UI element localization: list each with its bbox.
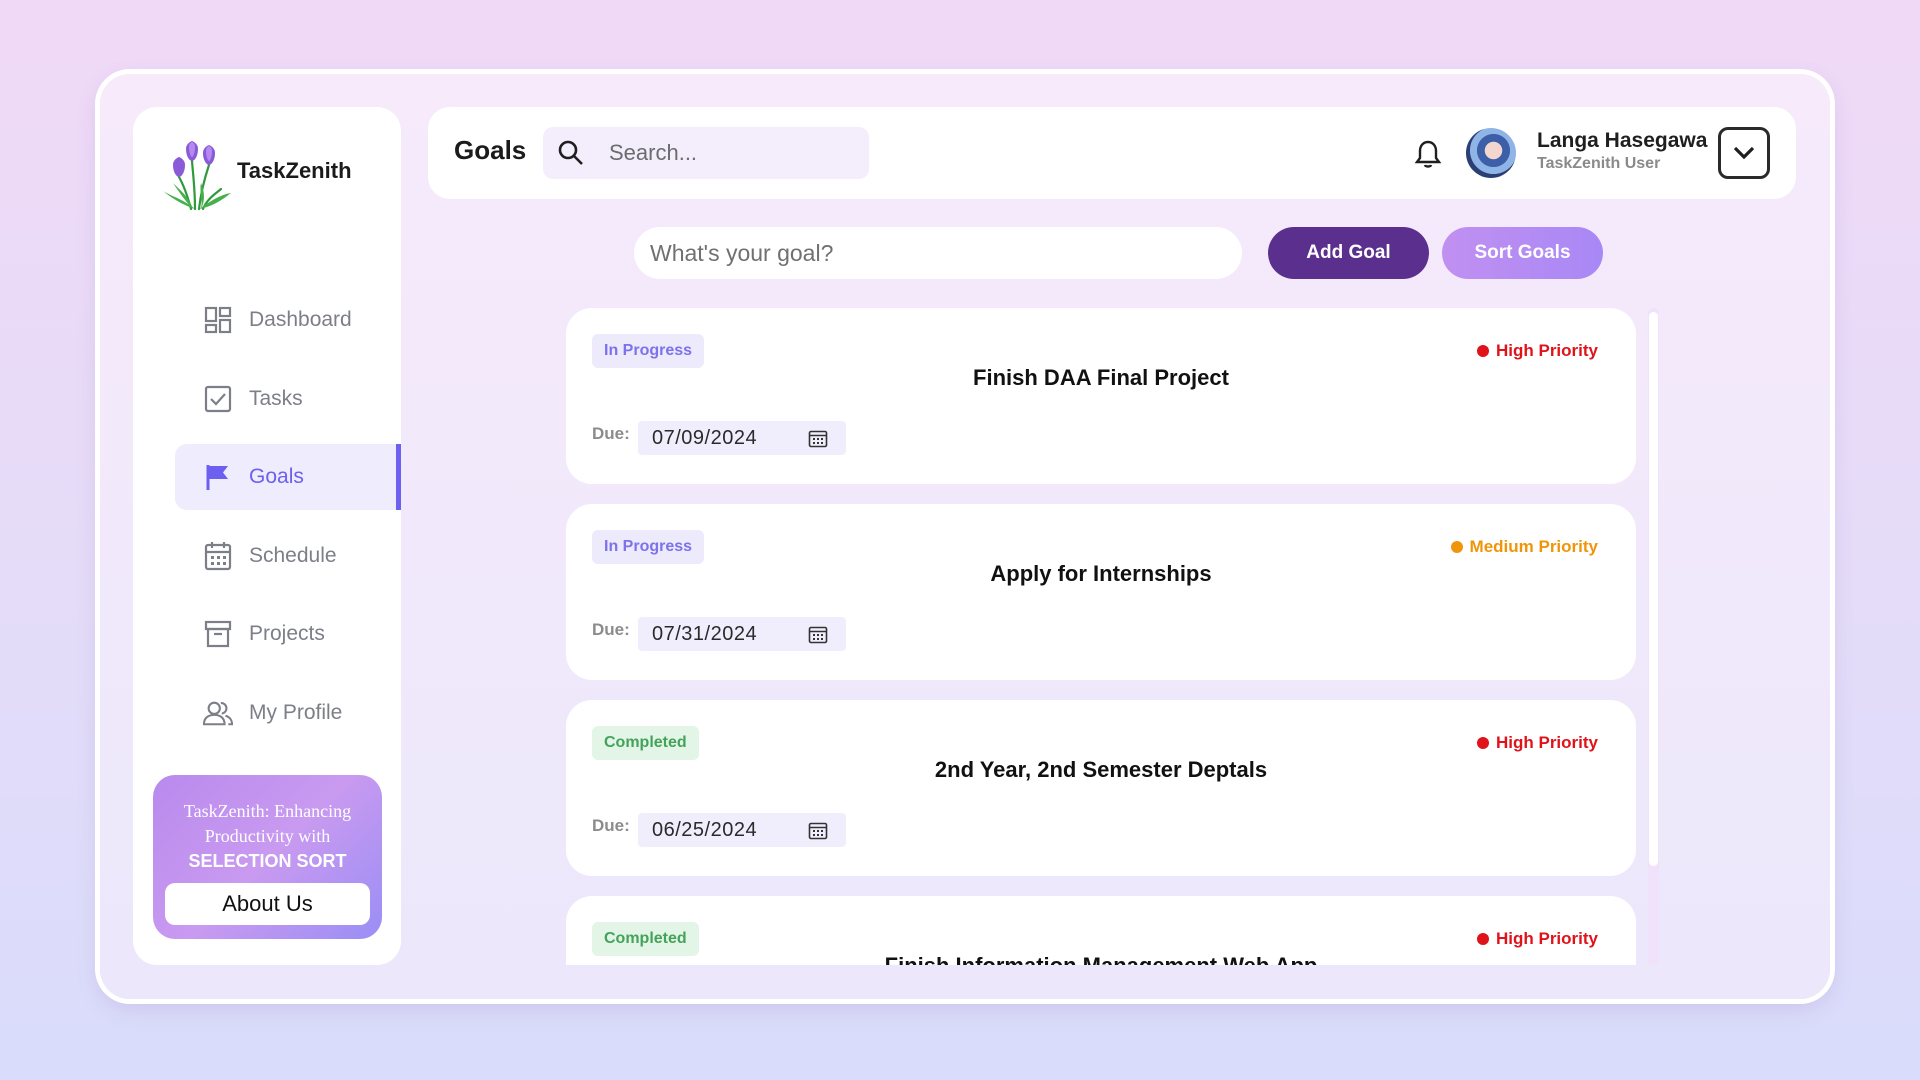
users-icon <box>203 698 233 728</box>
priority-badge: Medium Priority <box>1450 537 1598 557</box>
calendar-icon[interactable] <box>808 429 828 449</box>
priority-label: High Priority <box>1495 733 1598 752</box>
chevron-down-icon <box>1733 146 1755 160</box>
bell-icon[interactable] <box>1414 139 1442 169</box>
search-input[interactable] <box>609 140 849 166</box>
promo-text: TaskZenith: Enhancing <box>183 801 352 821</box>
priority-badge: High Priority <box>1476 733 1598 753</box>
page-title: Goals <box>454 135 527 165</box>
user-menu-button[interactable] <box>1718 127 1770 179</box>
avatar[interactable] <box>1466 128 1516 178</box>
dashboard-icon <box>203 305 233 335</box>
due-date-field[interactable]: 07/09/2024 <box>638 421 846 455</box>
goal-list: In Progress High Priority Finish DAA Fin… <box>566 308 1636 965</box>
status-badge: In Progress <box>592 530 705 564</box>
sidebar-nav: Dashboard Tasks Goals Schedule Projects … <box>175 287 401 758</box>
scroll-thumb[interactable] <box>1649 312 1658 866</box>
top-bar: Goals Langa Hasegawa TaskZenith User <box>428 107 1796 199</box>
goal-input[interactable] <box>634 227 1242 279</box>
goal-card[interactable]: Completed High Priority Finish Informati… <box>566 896 1636 965</box>
due-label: Due: <box>592 424 630 443</box>
sidebar-item-label: Goals <box>249 465 304 488</box>
sidebar-item-label: My Profile <box>249 700 343 724</box>
due-label: Due: <box>592 620 630 639</box>
due-date-field[interactable]: 07/31/2024 <box>638 617 846 651</box>
tulip-logo-icon <box>163 141 231 211</box>
scrollbar[interactable] <box>1648 308 1659 965</box>
sidebar: TaskZenith Dashboard Tasks Goals Schedul… <box>133 107 401 965</box>
user-name: Langa Hasegawa <box>1537 129 1708 152</box>
priority-label: High Priority <box>1495 341 1598 360</box>
priority-dot-icon <box>1476 737 1489 749</box>
goal-title: Finish DAA Final Project <box>973 365 1229 390</box>
add-goal-button[interactable]: Add Goal <box>1268 227 1429 279</box>
sort-goals-button[interactable]: Sort Goals <box>1442 227 1603 279</box>
goal-title: 2nd Year, 2nd Semester Deptals <box>934 757 1268 782</box>
sidebar-item-schedule[interactable]: Schedule <box>175 523 401 589</box>
about-us-button[interactable]: About Us <box>165 883 370 925</box>
priority-badge: High Priority <box>1476 929 1598 949</box>
priority-label: Medium Priority <box>1469 537 1598 556</box>
status-badge: Completed <box>592 726 699 760</box>
calendar-icon[interactable] <box>808 821 828 841</box>
calendar-icon[interactable] <box>808 625 828 645</box>
promo-card: TaskZenith: Enhancing Productivity with … <box>153 775 382 939</box>
due-date-value: 06/25/2024 <box>652 818 758 841</box>
sidebar-item-projects[interactable]: Projects <box>175 601 401 667</box>
due-date-value: 07/31/2024 <box>652 622 758 645</box>
status-badge: In Progress <box>592 334 705 368</box>
priority-dot-icon <box>1476 345 1489 357</box>
sidebar-item-label: Tasks <box>249 386 303 410</box>
search-box[interactable] <box>543 127 869 179</box>
sidebar-item-goals[interactable]: Goals <box>175 444 401 510</box>
due-label: Due: <box>592 816 630 835</box>
sidebar-item-label: Projects <box>249 622 325 645</box>
priority-label: High Priority <box>1495 929 1598 948</box>
sidebar-item-tasks[interactable]: Tasks <box>175 366 401 432</box>
sidebar-item-label: Dashboard <box>249 308 352 331</box>
goal-title: Finish Information Management Web App <box>566 953 1636 965</box>
user-role: TaskZenith User <box>1537 155 1661 172</box>
app-window: TaskZenith Dashboard Tasks Goals Schedul… <box>100 74 1830 999</box>
flag-icon <box>203 462 233 492</box>
checkbox-icon <box>203 384 233 414</box>
archive-icon <box>203 619 233 649</box>
goal-card[interactable]: In Progress Medium Priority Apply for In… <box>566 504 1636 680</box>
sidebar-item-label: Schedule <box>249 543 337 567</box>
sidebar-item-my-profile[interactable]: My Profile <box>175 680 401 746</box>
search-icon <box>558 140 583 165</box>
brand[interactable]: TaskZenith <box>159 139 352 213</box>
goal-title: Apply for Internships <box>990 561 1212 586</box>
brand-name: TaskZenith <box>237 158 352 183</box>
sidebar-item-dashboard[interactable]: Dashboard <box>175 287 401 353</box>
due-date-field[interactable]: 06/25/2024 <box>638 813 846 847</box>
priority-dot-icon <box>1450 541 1463 553</box>
promo-highlight: SELECTION SORT <box>188 851 347 871</box>
status-badge: Completed <box>592 922 699 956</box>
due-date-value: 07/09/2024 <box>652 426 758 449</box>
promo-text: Productivity with <box>204 826 331 846</box>
priority-badge: High Priority <box>1476 341 1598 361</box>
goal-card[interactable]: In Progress High Priority Finish DAA Fin… <box>566 308 1636 484</box>
calendar-icon <box>203 541 233 571</box>
goal-card[interactable]: Completed High Priority 2nd Year, 2nd Se… <box>566 700 1636 876</box>
priority-dot-icon <box>1476 933 1489 945</box>
